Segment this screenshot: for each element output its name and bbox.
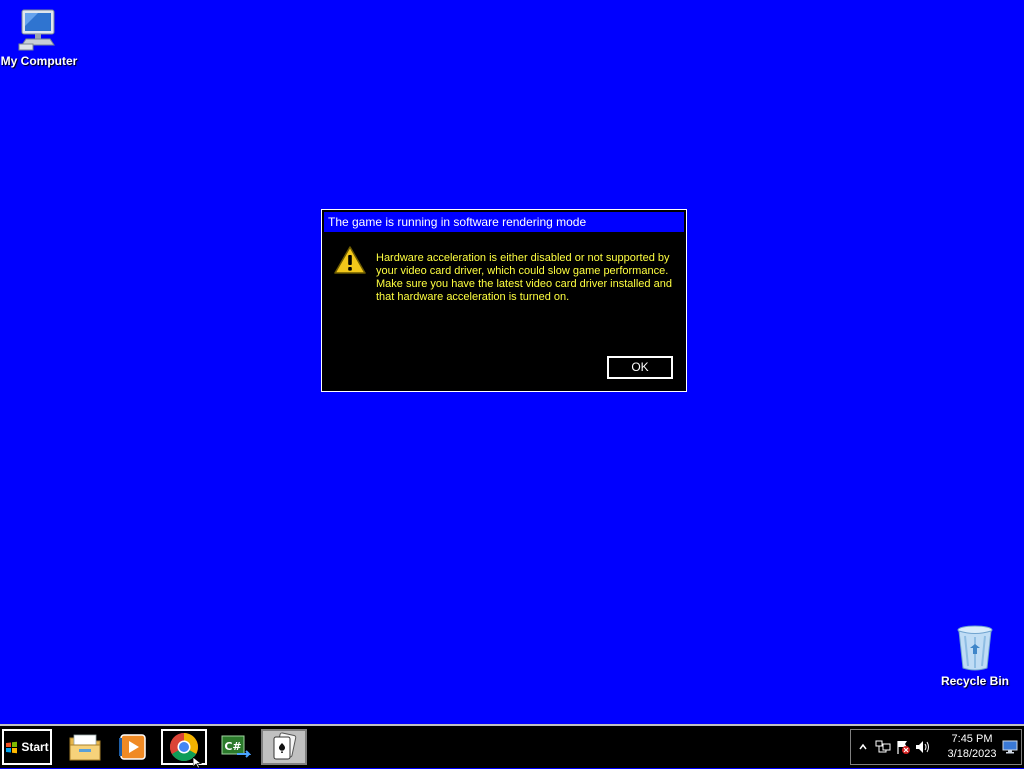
show-desktop-button[interactable] <box>1001 738 1019 756</box>
dialog-message: Hardware acceleration is either disabled… <box>376 252 672 303</box>
taskbar-media-player[interactable] <box>110 729 156 765</box>
taskbar-solitaire[interactable] <box>261 729 307 765</box>
start-button[interactable]: Start <box>2 729 52 765</box>
network-icon[interactable] <box>873 737 893 757</box>
recycle-bin-label: Recycle Bin <box>940 674 1010 688</box>
taskbar: Start C# 7:45 PM 3/18/2023 <box>0 724 1024 768</box>
action-center-icon[interactable] <box>893 737 913 757</box>
my-computer-label: My Computer <box>0 54 78 68</box>
system-tray: 7:45 PM 3/18/2023 <box>850 729 1022 765</box>
software-rendering-dialog: The game is running in software renderin… <box>321 209 687 392</box>
clock[interactable]: 7:45 PM 3/18/2023 <box>945 732 999 762</box>
recycle-bin-desktop-icon[interactable]: Recycle Bin <box>940 624 1010 688</box>
recycle-bin-icon <box>957 625 993 671</box>
taskbar-file-explorer[interactable] <box>62 729 108 765</box>
warning-icon <box>334 246 366 274</box>
clock-date: 3/18/2023 <box>947 748 997 760</box>
desktop: My Computer Recycle Bin The game is runn… <box>0 0 1024 724</box>
mouse-cursor-icon <box>193 757 203 769</box>
computer-icon <box>18 9 55 51</box>
clock-time: 7:45 PM <box>951 733 993 745</box>
ok-button[interactable]: OK <box>606 355 674 380</box>
folder-icon <box>69 734 101 761</box>
dialog-title[interactable]: The game is running in software renderin… <box>324 212 684 232</box>
volume-icon[interactable] <box>913 737 933 757</box>
taskbar-csharp-editor[interactable]: C# <box>212 729 258 765</box>
my-computer-desktop-icon[interactable]: My Computer <box>0 8 78 68</box>
windows-logo-icon <box>6 741 18 753</box>
media-player-icon <box>119 734 146 760</box>
csharp-icon: C# <box>221 735 251 758</box>
svg-text:C#: C# <box>224 740 241 753</box>
monitor-icon <box>1002 740 1018 754</box>
cards-icon <box>273 732 297 760</box>
start-label: Start <box>21 740 49 754</box>
chevron-up-icon[interactable] <box>853 737 873 757</box>
